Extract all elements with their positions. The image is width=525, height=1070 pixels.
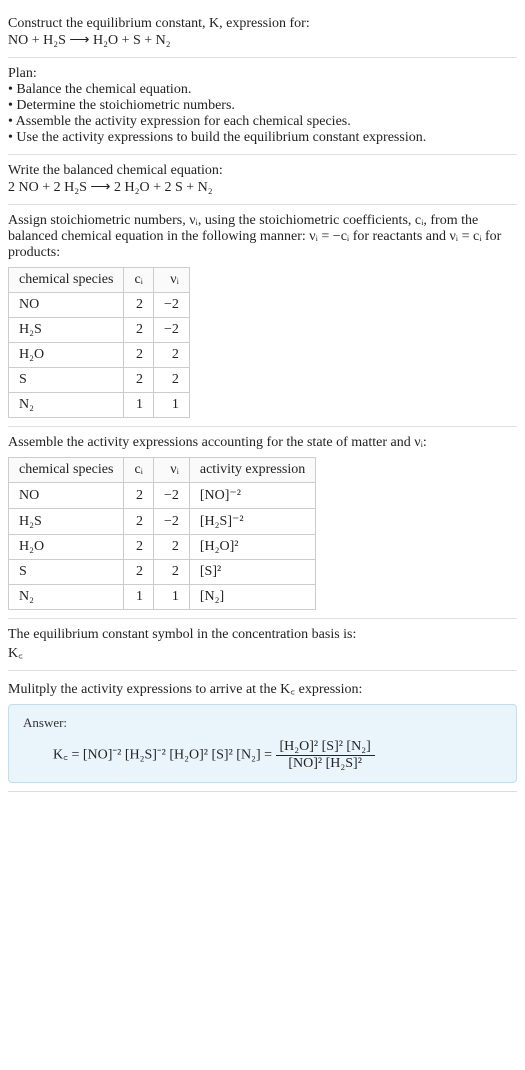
table-row: chemical species cᵢ νᵢ activity expressi… <box>9 458 316 483</box>
plan-bullet-3: • Assemble the activity expression for e… <box>8 114 517 130</box>
cell-ci: 2 <box>124 535 154 560</box>
col-ci: cᵢ <box>124 458 154 483</box>
kc-fraction: [H₂O]² [S]² [N₂] [NO]² [H₂S]² <box>276 739 375 772</box>
balanced-title: Write the balanced chemical equation: <box>8 163 517 179</box>
section-multiply: Mulitply the activity expressions to arr… <box>8 671 517 792</box>
table-row: N₂ 1 1 [N₂] <box>9 585 316 610</box>
plan-title: Plan: <box>8 66 517 82</box>
col-activity: activity expression <box>189 458 315 483</box>
cell-species: S <box>9 560 124 585</box>
activity-table: chemical species cᵢ νᵢ activity expressi… <box>8 457 316 610</box>
section-symbol: The equilibrium constant symbol in the c… <box>8 619 517 671</box>
kc-symbol: K꜀ <box>8 643 517 662</box>
table-row: H₂O 2 2 [H₂O]² <box>9 535 316 560</box>
cell-species: H₂S <box>9 509 124 535</box>
cell-vi: 2 <box>153 560 189 585</box>
cell-activity: [H₂S]⁻² <box>189 509 315 535</box>
table-row: H₂O 2 2 <box>9 343 190 368</box>
cell-ci: 2 <box>124 483 154 509</box>
cell-vi: 2 <box>153 343 189 368</box>
kc-expression: K꜀ = [NO]⁻² [H₂S]⁻² [H₂O]² [S]² [N₂] = [… <box>53 739 502 772</box>
stoich-title: Assign stoichiometric numbers, νᵢ, using… <box>8 213 517 261</box>
construct-title: Construct the equilibrium constant, K, e… <box>8 16 517 32</box>
kc-denominator: [NO]² [H₂S]² <box>276 756 375 772</box>
section-activity: Assemble the activity expressions accoun… <box>8 427 517 619</box>
cell-species: NO <box>9 293 124 318</box>
section-construct: Construct the equilibrium constant, K, e… <box>8 8 517 58</box>
cell-vi: −2 <box>153 509 189 535</box>
section-plan: Plan: • Balance the chemical equation. •… <box>8 58 517 155</box>
unbalanced-equation: NO + H₂S ⟶ H₂O + S + N₂ <box>8 32 517 49</box>
table-row: NO 2 −2 [NO]⁻² <box>9 483 316 509</box>
cell-species: H₂O <box>9 343 124 368</box>
col-vi: νᵢ <box>153 458 189 483</box>
stoich-table: chemical species cᵢ νᵢ NO 2 −2 H₂S 2 −2 … <box>8 267 190 418</box>
cell-activity: [S]² <box>189 560 315 585</box>
table-row: N₂ 1 1 <box>9 393 190 418</box>
col-ci: cᵢ <box>124 268 154 293</box>
cell-ci: 2 <box>124 293 154 318</box>
col-species: chemical species <box>9 268 124 293</box>
cell-vi: 1 <box>153 393 189 418</box>
cell-activity: [NO]⁻² <box>189 483 315 509</box>
cell-ci: 2 <box>124 343 154 368</box>
table-row: S 2 2 [S]² <box>9 560 316 585</box>
cell-species: H₂O <box>9 535 124 560</box>
balanced-equation: 2 NO + 2 H₂S ⟶ 2 H₂O + 2 S + N₂ <box>8 179 517 196</box>
section-balanced: Write the balanced chemical equation: 2 … <box>8 155 517 205</box>
section-stoichiometric: Assign stoichiometric numbers, νᵢ, using… <box>8 205 517 427</box>
cell-vi: 1 <box>153 585 189 610</box>
cell-species: NO <box>9 483 124 509</box>
answer-box: Answer: K꜀ = [NO]⁻² [H₂S]⁻² [H₂O]² [S]² … <box>8 704 517 783</box>
cell-species: S <box>9 368 124 393</box>
plan-bullet-1: • Balance the chemical equation. <box>8 82 517 98</box>
plan-bullet-4: • Use the activity expressions to build … <box>8 130 517 146</box>
cell-ci: 1 <box>124 393 154 418</box>
table-row: H₂S 2 −2 <box>9 318 190 343</box>
cell-species: H₂S <box>9 318 124 343</box>
cell-ci: 2 <box>124 368 154 393</box>
table-row: S 2 2 <box>9 368 190 393</box>
col-species: chemical species <box>9 458 124 483</box>
symbol-title: The equilibrium constant symbol in the c… <box>8 627 517 643</box>
cell-ci: 2 <box>124 318 154 343</box>
cell-activity: [H₂O]² <box>189 535 315 560</box>
kc-lhs: K꜀ = [NO]⁻² [H₂S]⁻² [H₂O]² [S]² [N₂] = <box>53 748 276 763</box>
multiply-title: Mulitply the activity expressions to arr… <box>8 679 517 698</box>
cell-species: N₂ <box>9 585 124 610</box>
answer-label: Answer: <box>23 715 502 731</box>
activity-title: Assemble the activity expressions accoun… <box>8 435 517 451</box>
table-row: NO 2 −2 <box>9 293 190 318</box>
cell-ci: 2 <box>124 509 154 535</box>
cell-ci: 1 <box>124 585 154 610</box>
cell-vi: −2 <box>153 293 189 318</box>
table-row: H₂S 2 −2 [H₂S]⁻² <box>9 509 316 535</box>
table-row: chemical species cᵢ νᵢ <box>9 268 190 293</box>
cell-vi: 2 <box>153 368 189 393</box>
kc-numerator: [H₂O]² [S]² [N₂] <box>276 739 375 756</box>
cell-vi: −2 <box>153 483 189 509</box>
col-vi: νᵢ <box>153 268 189 293</box>
cell-species: N₂ <box>9 393 124 418</box>
cell-vi: −2 <box>153 318 189 343</box>
cell-ci: 2 <box>124 560 154 585</box>
cell-activity: [N₂] <box>189 585 315 610</box>
plan-bullet-2: • Determine the stoichiometric numbers. <box>8 98 517 114</box>
cell-vi: 2 <box>153 535 189 560</box>
